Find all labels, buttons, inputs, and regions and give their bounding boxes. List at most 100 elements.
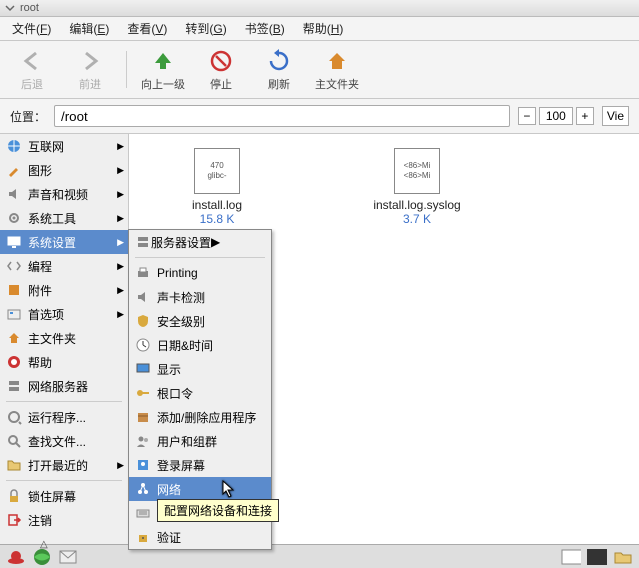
package-icon bbox=[135, 409, 151, 425]
zoom-in-button[interactable]: + bbox=[576, 107, 594, 125]
location-label: 位置： bbox=[10, 108, 46, 125]
key-icon bbox=[135, 385, 151, 401]
gear-icon bbox=[6, 210, 22, 226]
submenu-item-shield[interactable]: 安全级别 bbox=[129, 309, 271, 333]
sidebar: 互联网▶图形▶声音和视频▶系统工具▶系统设置▶编程▶附件▶首选项▶主文件夹帮助网… bbox=[0, 134, 129, 544]
menu-bookmarks[interactable]: 书签(B) bbox=[245, 20, 285, 37]
sidebar-item-run[interactable]: 运行程序... bbox=[0, 405, 128, 429]
taskbar-workspace-switcher[interactable] bbox=[587, 547, 607, 567]
submenu-item-key[interactable]: 根口令 bbox=[129, 381, 271, 405]
sidebar-item-folder[interactable]: 打开最近的▶ bbox=[0, 453, 128, 477]
back-button[interactable]: 后退 bbox=[8, 47, 56, 92]
reload-button[interactable]: 刷新 bbox=[255, 47, 303, 92]
sidebar-item-help[interactable]: 帮助 bbox=[0, 350, 128, 374]
sidebar-item-accessory[interactable]: 附件 ▶ bbox=[0, 278, 128, 302]
sidebar-item-sound[interactable]: 声音和视频▶ bbox=[0, 182, 128, 206]
forward-button[interactable]: 前进 bbox=[66, 47, 114, 92]
taskbar-globe-icon[interactable] bbox=[32, 547, 52, 567]
taskbar-window-icon[interactable] bbox=[561, 547, 581, 567]
submenu-item-login[interactable]: 登录屏幕 bbox=[129, 453, 271, 477]
sidebar-item-server[interactable]: 网络服务器 bbox=[0, 374, 128, 398]
sidebar-item-label: 附件 bbox=[28, 282, 52, 299]
sidebar-item-code[interactable]: 编程▶ bbox=[0, 254, 128, 278]
sidebar-item-label: 编程 bbox=[28, 258, 52, 275]
submenu-item-label: 安全级别 bbox=[157, 313, 205, 330]
chevron-right-icon: ▶ bbox=[117, 285, 124, 296]
sidebar-item-home[interactable]: 主文件夹 bbox=[0, 326, 128, 350]
workspace: 互联网▶图形▶声音和视频▶系统工具▶系统设置▶编程▶附件▶首选项▶主文件夹帮助网… bbox=[0, 134, 639, 544]
sidebar-item-logout[interactable]: 注销 bbox=[0, 508, 128, 532]
menubar: 文件(F) 编辑(E) 查看(V) 转到(G) 书签(B) 帮助(H) bbox=[0, 17, 639, 41]
titlebar-menu-icon[interactable] bbox=[4, 2, 16, 14]
up-button[interactable]: 向上一级 bbox=[139, 47, 187, 92]
submenu-item-clock[interactable]: 日期&时间 bbox=[129, 333, 271, 357]
submenu-item-display[interactable]: 显示 bbox=[129, 357, 271, 381]
users-icon bbox=[135, 433, 151, 449]
sidebar-item-gear[interactable]: 系统工具▶ bbox=[0, 206, 128, 230]
monitor-icon bbox=[6, 234, 22, 250]
submenu-item-auth[interactable]: 验证 bbox=[129, 525, 271, 549]
submenu-item-label: 声卡检测 bbox=[157, 289, 205, 306]
chevron-right-icon: ▶ bbox=[211, 235, 220, 249]
view-selector[interactable]: Vie bbox=[602, 106, 629, 126]
sidebar-item-search[interactable]: 查找文件... bbox=[0, 429, 128, 453]
menu-go[interactable]: 转到(G) bbox=[185, 20, 226, 37]
file-item[interactable]: 470glibc-install.log15.8 K bbox=[157, 148, 277, 226]
submenu-header-label: 服务器设置 bbox=[151, 234, 211, 251]
home-icon bbox=[323, 47, 351, 75]
file-name: install.log.syslog bbox=[373, 198, 460, 212]
zoom-out-button[interactable]: − bbox=[518, 107, 536, 125]
sidebar-item-prefs[interactable]: 首选项▶ bbox=[0, 302, 128, 326]
file-name: install.log bbox=[192, 198, 242, 212]
submenu-item-printer[interactable]: Printing bbox=[129, 261, 271, 285]
file-size: 15.8 K bbox=[200, 212, 235, 226]
submenu-item-network[interactable]: 网络 bbox=[129, 477, 271, 501]
file-item[interactable]: <86>Mi<86>Miinstall.log.syslog3.7 K bbox=[357, 148, 477, 226]
zoom-controls: − 100 + bbox=[518, 107, 594, 125]
accessory-icon bbox=[6, 282, 22, 298]
sidebar-item-brush[interactable]: 图形▶ bbox=[0, 158, 128, 182]
submenu-item-label: 验证 bbox=[157, 529, 181, 546]
sidebar-item-monitor[interactable]: 系统设置▶ bbox=[0, 230, 128, 254]
location-bar: 位置： − 100 + Vie bbox=[0, 99, 639, 134]
lock-icon bbox=[6, 488, 22, 504]
menu-edit[interactable]: 编辑(E) bbox=[69, 20, 109, 37]
taskbar-mail-icon[interactable] bbox=[58, 547, 78, 567]
sidebar-item-label: 首选项 bbox=[28, 306, 64, 323]
submenu-item-sound[interactable]: 声卡检测 bbox=[129, 285, 271, 309]
network-icon bbox=[135, 481, 151, 497]
reload-icon bbox=[265, 47, 293, 75]
submenu-item-label: 网络 bbox=[157, 481, 181, 498]
home-button[interactable]: 主文件夹 bbox=[313, 47, 361, 92]
taskbar-folder-icon[interactable] bbox=[613, 547, 633, 567]
back-icon bbox=[18, 47, 46, 75]
submenu-item-label: Printing bbox=[157, 266, 198, 280]
sidebar-item-label: 系统工具 bbox=[28, 210, 76, 227]
chevron-right-icon: ▶ bbox=[117, 237, 124, 248]
display-icon bbox=[135, 361, 151, 377]
taskbar-hat-icon[interactable] bbox=[6, 547, 26, 567]
sidebar-item-globe[interactable]: 互联网▶ bbox=[0, 134, 128, 158]
zoom-value: 100 bbox=[539, 107, 573, 125]
menu-file[interactable]: 文件(F) bbox=[12, 20, 51, 37]
location-input[interactable] bbox=[54, 105, 510, 127]
chevron-right-icon: ▶ bbox=[117, 141, 124, 152]
keyboard-icon bbox=[135, 505, 151, 521]
stop-button[interactable]: 停止 bbox=[197, 47, 245, 92]
sidebar-item-label: 网络服务器 bbox=[28, 378, 88, 395]
submenu-item-label: 添加/删除应用程序 bbox=[157, 409, 256, 426]
sidebar-item-lock[interactable]: 锁住屏幕 bbox=[0, 484, 128, 508]
prefs-icon bbox=[6, 306, 22, 322]
sidebar-item-label: 主文件夹 bbox=[28, 330, 76, 347]
help-icon bbox=[6, 354, 22, 370]
logout-icon bbox=[6, 512, 22, 528]
menu-help[interactable]: 帮助(H) bbox=[303, 20, 344, 37]
menu-view[interactable]: 查看(V) bbox=[127, 20, 167, 37]
submenu-item-label: 根口令 bbox=[157, 385, 193, 402]
login-icon bbox=[135, 457, 151, 473]
panel-arrow-icon[interactable]: △ bbox=[40, 539, 48, 550]
submenu-item-package[interactable]: 添加/删除应用程序 bbox=[129, 405, 271, 429]
shield-icon bbox=[135, 313, 151, 329]
submenu-header[interactable]: 服务器设置▶ bbox=[129, 230, 271, 254]
submenu-item-users[interactable]: 用户和组群 bbox=[129, 429, 271, 453]
